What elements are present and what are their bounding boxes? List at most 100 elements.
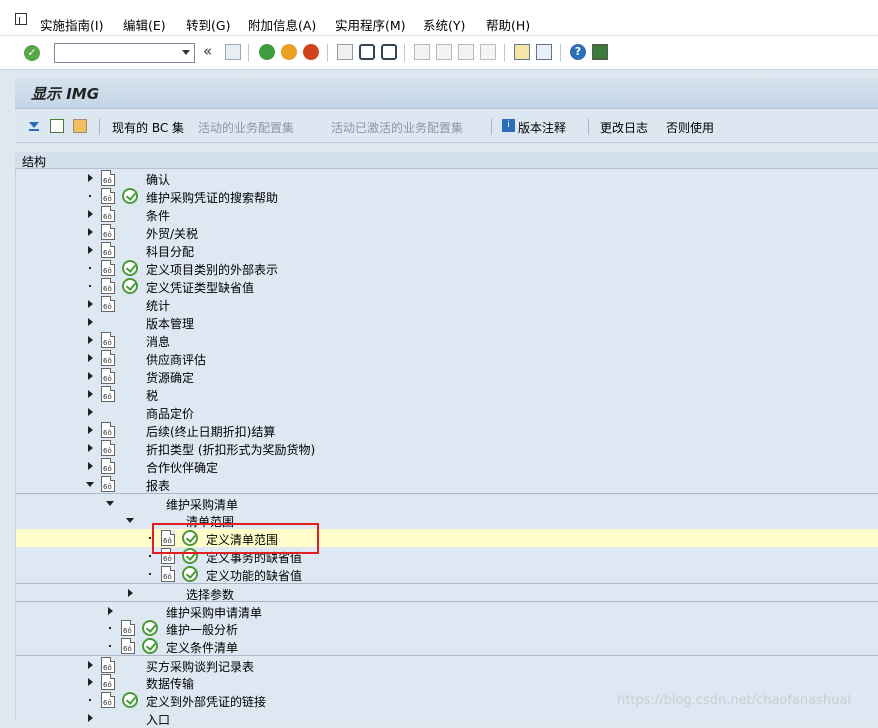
tree-row[interactable]: 6ô 供应商评估 (16, 349, 878, 367)
command-field[interactable] (54, 43, 195, 63)
tree-node-label[interactable]: 消息 (146, 333, 170, 350)
tree-row[interactable]: 6ô 后续(终止日期折扣)结算 (16, 421, 878, 439)
expand-arrow-icon[interactable] (88, 174, 93, 182)
menu-implementation-guide[interactable]: 实施指南(I) (40, 15, 103, 34)
tree-node-label[interactable]: 科目分配 (146, 243, 194, 260)
execute-activity-icon[interactable] (182, 566, 198, 582)
tree-row-selected[interactable]: 6ô 定义清单范围 (16, 529, 878, 547)
tree-node-label[interactable]: 商品定价 (146, 405, 194, 422)
customize-icon[interactable] (592, 44, 608, 60)
tree-node-label[interactable]: 折扣类型 (折扣形式为奖励货物) (146, 441, 315, 458)
documentation-icon[interactable]: 6ô (101, 332, 115, 348)
tree-row[interactable]: 入口 (16, 709, 878, 727)
tree-row[interactable]: 6ô 科目分配 (16, 241, 878, 259)
expand-arrow-icon[interactable] (88, 390, 93, 398)
documentation-icon[interactable]: 6ô (101, 657, 115, 673)
first-page-icon[interactable] (414, 44, 430, 60)
menu-utilities[interactable]: 实用程序(M) (335, 15, 406, 34)
execute-activity-icon[interactable] (142, 638, 158, 654)
collapse-arrow-icon[interactable] (86, 482, 94, 487)
back-double-icon[interactable]: « (203, 44, 219, 60)
menu-extras[interactable]: 附加信息(A) (248, 15, 316, 34)
tree-row[interactable]: 维护采购清单 (16, 493, 878, 512)
help-icon[interactable]: ? (570, 44, 586, 60)
expand-arrow-icon[interactable] (88, 444, 93, 452)
expand-all-icon[interactable] (27, 119, 41, 133)
documentation-icon[interactable]: 6ô (101, 278, 115, 294)
documentation-icon[interactable]: 6ô (101, 422, 115, 438)
tree-row[interactable]: 6ô 数据传输 (16, 673, 878, 691)
else-use-button[interactable]: 否则使用 (666, 119, 714, 136)
tree-row[interactable]: 6ô 买方采购谈判记录表 (16, 655, 878, 674)
execute-activity-icon[interactable] (142, 620, 158, 636)
tree-node-label[interactable]: 入口 (146, 711, 170, 728)
tree-row[interactable]: 6ô 定义条件清单 (16, 637, 878, 655)
collapse-arrow-icon[interactable] (126, 518, 134, 523)
tree-node-label[interactable]: 数据传输 (146, 675, 194, 692)
find-icon[interactable] (359, 44, 375, 60)
tree-node-label[interactable]: 税 (146, 387, 158, 404)
info-icon[interactable]: i (502, 119, 515, 132)
documentation-icon[interactable]: 6ô (101, 440, 115, 456)
tree-row[interactable]: 维护采购申请清单 (16, 601, 878, 620)
documentation-icon[interactable]: 6ô (161, 566, 175, 582)
documentation-icon[interactable]: 6ô (121, 638, 135, 654)
menu-system[interactable]: 系统(Y) (423, 15, 465, 34)
tree-row[interactable]: 6ô 统计 (16, 295, 878, 313)
tree-row[interactable]: 版本管理 (16, 313, 878, 331)
expand-arrow-icon[interactable] (88, 246, 93, 254)
activated-bc-sets-button[interactable]: 活动已激活的业务配置集 (331, 119, 463, 136)
change-log-button[interactable]: 更改日志 (600, 119, 648, 136)
tree-row[interactable]: 6ô 维护一般分析 (16, 619, 878, 637)
tree-row[interactable]: 6ô 确认 (16, 169, 878, 187)
shortcut-icon[interactable] (536, 44, 552, 60)
tree-node-label[interactable]: 外贸/关税 (146, 225, 198, 242)
tree-row[interactable]: 6ô 合作伙伴确定 (16, 457, 878, 475)
tree-node-label[interactable]: 合作伙伴确定 (146, 459, 218, 476)
menu-edit[interactable]: 编辑(E) (123, 15, 166, 34)
expand-arrow-icon[interactable] (88, 210, 93, 218)
tree-node-label[interactable]: 定义功能的缺省值 (206, 567, 302, 584)
documentation-icon[interactable]: 6ô (121, 620, 135, 636)
expand-arrow-icon[interactable] (108, 607, 113, 615)
tree-node-label[interactable]: 维护一般分析 (166, 621, 238, 638)
documentation-icon[interactable]: 6ô (101, 170, 115, 186)
tree-node-label[interactable]: 定义到外部凭证的链接 (146, 693, 266, 710)
execute-activity-icon[interactable] (122, 260, 138, 276)
tree-node-label[interactable]: 后续(终止日期折扣)结算 (146, 423, 275, 440)
tree-row[interactable]: 清单范围 (16, 511, 878, 529)
tree-node-label[interactable]: 版本管理 (146, 315, 194, 332)
tree-row[interactable]: 6ô 报表 (16, 475, 878, 493)
bc-set-icon[interactable] (73, 119, 87, 133)
execute-activity-icon[interactable] (122, 692, 138, 708)
tree-row[interactable]: 6ô 定义事务的缺省值 (16, 547, 878, 565)
expand-arrow-icon[interactable] (88, 300, 93, 308)
tree-node-label[interactable]: 维护采购凭证的搜索帮助 (146, 189, 278, 206)
existing-bc-sets-button[interactable]: 现有的 BC 集 (112, 119, 184, 136)
expand-arrow-icon[interactable] (88, 714, 93, 722)
expand-arrow-icon[interactable] (88, 354, 93, 362)
documentation-icon[interactable]: 6ô (101, 368, 115, 384)
next-page-icon[interactable] (458, 44, 474, 60)
back-icon[interactable] (259, 44, 275, 60)
expand-arrow-icon[interactable] (88, 661, 93, 669)
documentation-icon[interactable]: 6ô (101, 296, 115, 312)
tree-node-label[interactable]: 供应商评估 (146, 351, 206, 368)
exit-icon[interactable] (281, 44, 297, 60)
tree-row[interactable]: 6ô 定义功能的缺省值 (16, 565, 878, 583)
print-icon[interactable] (337, 44, 353, 60)
position-icon[interactable] (50, 119, 64, 133)
active-bc-sets-button[interactable]: 活动的业务配置集 (198, 119, 294, 136)
tree-row[interactable]: 6ô 外贸/关税 (16, 223, 878, 241)
expand-arrow-icon[interactable] (88, 228, 93, 236)
expand-arrow-icon[interactable] (88, 318, 93, 326)
documentation-icon[interactable]: 6ô (101, 674, 115, 690)
tree-row[interactable]: 6ô 维护采购凭证的搜索帮助 (16, 187, 878, 205)
documentation-icon[interactable]: 6ô (101, 386, 115, 402)
documentation-icon[interactable]: 6ô (101, 476, 115, 492)
prev-page-icon[interactable] (436, 44, 452, 60)
expand-arrow-icon[interactable] (88, 408, 93, 416)
tree-row[interactable]: 商品定价 (16, 403, 878, 421)
tree-node-label[interactable]: 报表 (146, 477, 170, 494)
cancel-icon[interactable] (303, 44, 319, 60)
